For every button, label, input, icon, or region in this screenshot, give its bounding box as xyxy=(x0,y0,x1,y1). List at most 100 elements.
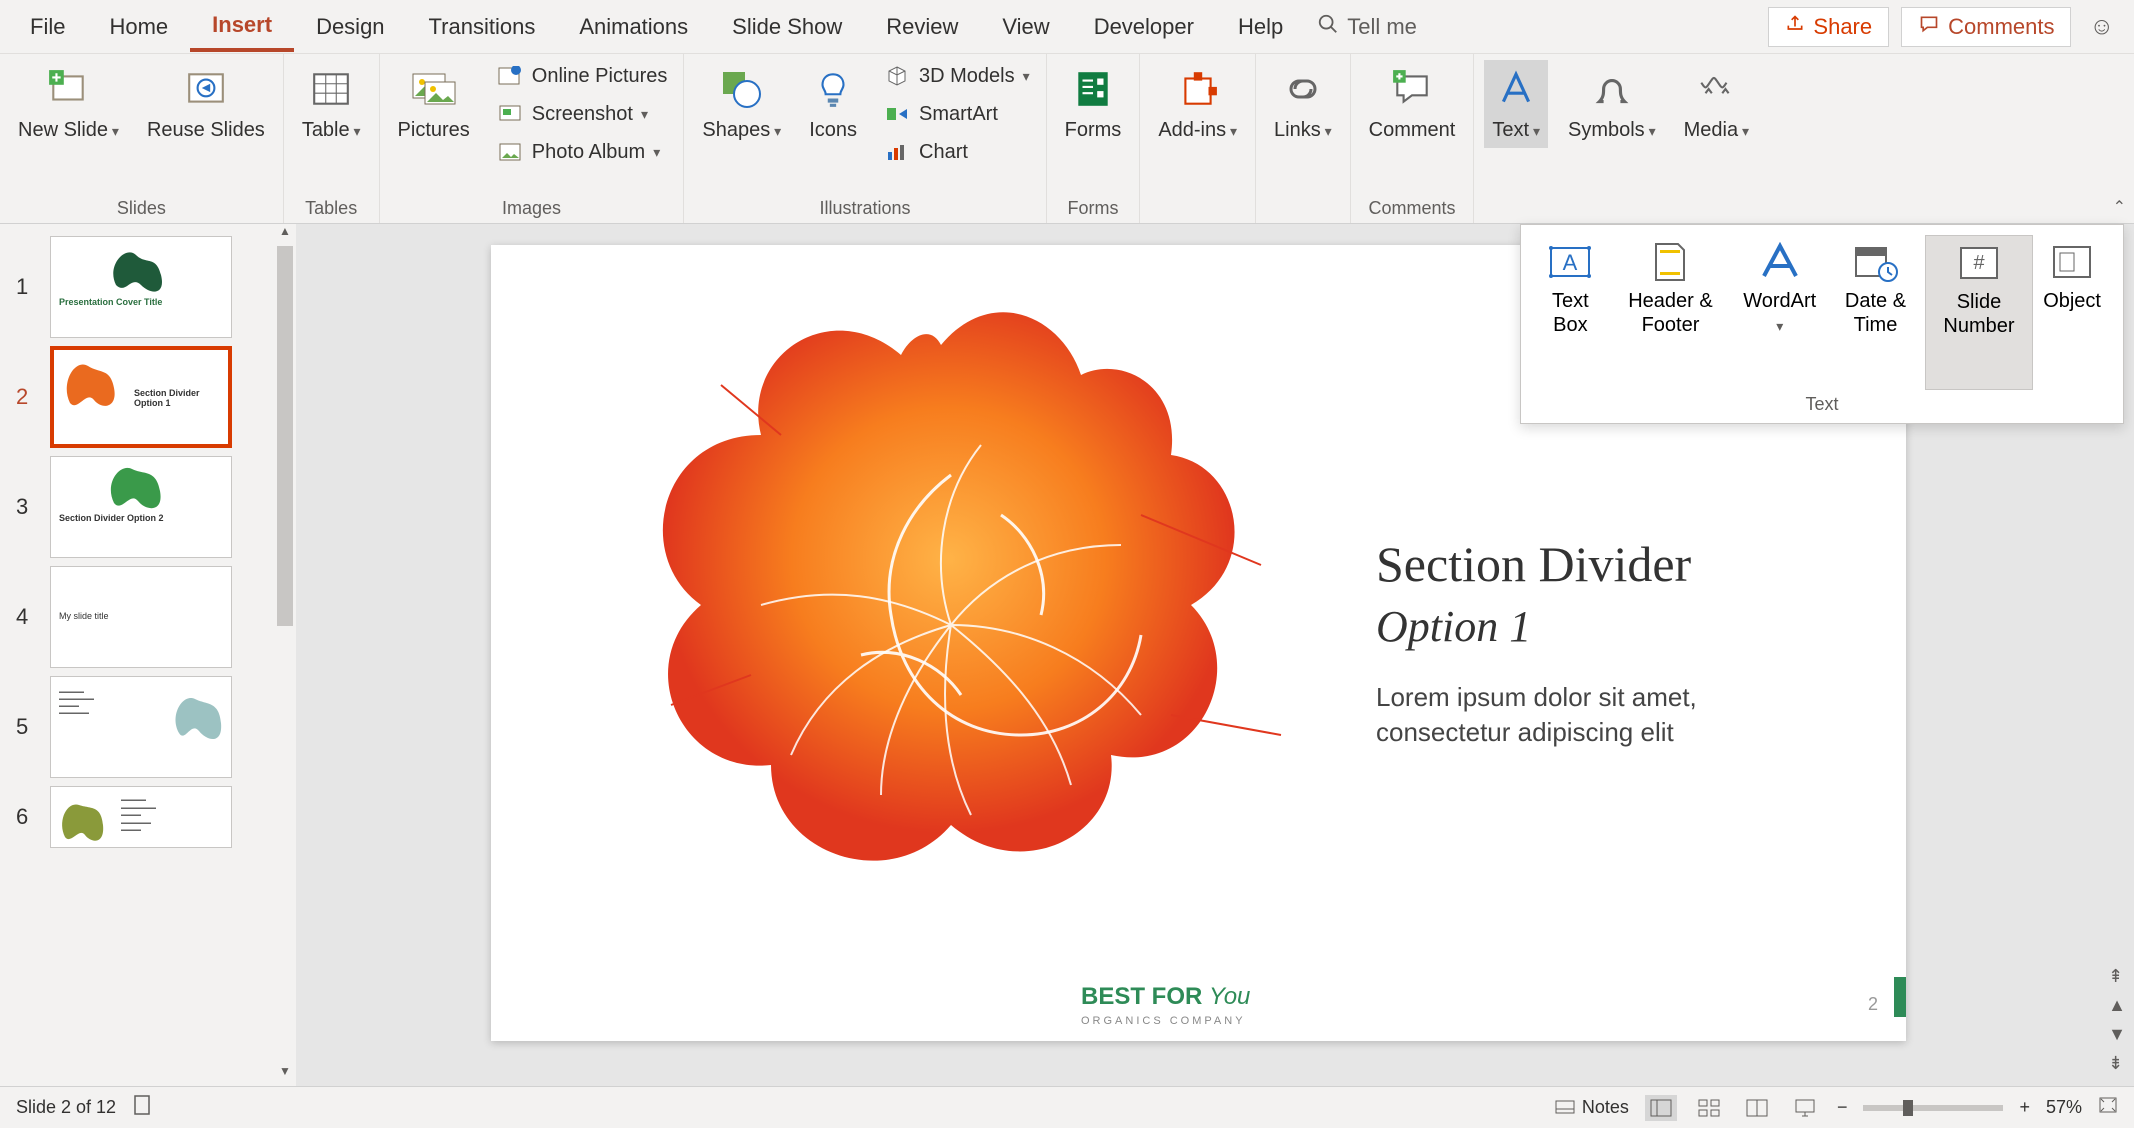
nav-down-icon[interactable]: ⇟ xyxy=(2108,1053,2126,1074)
smartart-button[interactable]: SmartArt xyxy=(877,98,1036,130)
scroll-handle[interactable] xyxy=(277,246,293,626)
tab-help[interactable]: Help xyxy=(1216,4,1305,50)
group-comments-label: Comments xyxy=(1369,198,1456,219)
thumb-5[interactable]: ▬▬▬▬▬▬▬▬▬▬▬▬▬▬▬▬▬▬▬▬▬▬ xyxy=(50,676,232,778)
tab-file[interactable]: File xyxy=(8,4,87,50)
photo-album-button[interactable]: Photo Album xyxy=(490,136,674,168)
thumbnail-panel: 1 Presentation Cover Title 2 Section Div… xyxy=(0,224,296,1086)
share-icon xyxy=(1785,14,1805,40)
tab-design[interactable]: Design xyxy=(294,4,406,50)
scroll-up-icon[interactable]: ▲ xyxy=(274,224,296,246)
media-label: Media xyxy=(1684,118,1749,142)
chart-button[interactable]: Chart xyxy=(877,136,1036,168)
notes-label: Notes xyxy=(1582,1097,1629,1118)
thumb-3[interactable]: Section Divider Option 2 xyxy=(50,456,232,558)
comment-button[interactable]: Comment xyxy=(1361,60,1464,148)
accessibility-icon[interactable] xyxy=(132,1094,152,1121)
reuse-slides-button[interactable]: Reuse Slides xyxy=(139,60,273,148)
group-forms-label: Forms xyxy=(1067,198,1118,219)
slide-page-number: 2 xyxy=(1868,994,1878,1015)
comment-label: Comment xyxy=(1369,118,1456,142)
zoom-in-button[interactable]: + xyxy=(2019,1097,2030,1118)
nav-prev-icon[interactable]: ▲ xyxy=(2108,995,2126,1016)
tab-review[interactable]: Review xyxy=(864,4,980,50)
text-button[interactable]: Text xyxy=(1484,60,1548,148)
view-reading-button[interactable] xyxy=(1741,1095,1773,1121)
3d-models-button[interactable]: 3D Models xyxy=(877,60,1036,92)
tab-insert[interactable]: Insert xyxy=(190,2,294,52)
online-pictures-icon xyxy=(496,64,524,88)
smartart-label: SmartArt xyxy=(919,103,998,126)
thumb-4[interactable]: My slide title xyxy=(50,566,232,668)
thumb-1[interactable]: Presentation Cover Title xyxy=(50,236,232,338)
scroll-down-icon[interactable]: ▼ xyxy=(274,1064,296,1086)
thumb-6[interactable]: ▬▬▬▬▬▬▬▬▬▬▬▬▬▬▬▬▬▬▬▬▬▬▬▬▬▬ xyxy=(50,786,232,848)
links-button[interactable]: Links xyxy=(1266,60,1340,148)
tab-home[interactable]: Home xyxy=(87,4,190,50)
comment-icon xyxy=(1918,14,1940,40)
splash-graphic xyxy=(581,255,1321,995)
group-illustrations: Shapes Icons 3D Models SmartArt Chart Il… xyxy=(684,54,1046,223)
object-button[interactable]: Object xyxy=(2033,235,2111,390)
online-pictures-button[interactable]: Online Pictures xyxy=(490,60,674,92)
pictures-button[interactable]: Pictures xyxy=(390,60,478,148)
tell-me-search[interactable]: Tell me xyxy=(1305,13,1429,41)
new-slide-button[interactable]: New Slide xyxy=(10,60,127,148)
wordart-button[interactable]: WordArt xyxy=(1733,235,1826,390)
shapes-button[interactable]: Shapes xyxy=(694,60,789,148)
zoom-out-button[interactable]: − xyxy=(1837,1097,1848,1118)
tab-transitions[interactable]: Transitions xyxy=(407,4,558,50)
collapse-ribbon-icon[interactable]: ⌃ xyxy=(2113,197,2126,217)
header-footer-button[interactable]: Header & Footer xyxy=(1608,235,1734,390)
addins-icon xyxy=(1175,66,1221,112)
slide-number-label: Slide Number xyxy=(1936,290,2022,338)
textbox-button[interactable]: A Text Box xyxy=(1533,235,1608,390)
view-slideshow-button[interactable] xyxy=(1789,1095,1821,1121)
tell-me-label: Tell me xyxy=(1347,14,1417,40)
zoom-knob[interactable] xyxy=(1903,1100,1913,1116)
group-links-label xyxy=(1300,198,1305,219)
slide-number-button[interactable]: # Slide Number xyxy=(1925,235,2033,390)
notes-button[interactable]: Notes xyxy=(1554,1097,1629,1118)
symbols-button[interactable]: Symbols xyxy=(1560,60,1664,148)
datetime-button[interactable]: Date & Time xyxy=(1826,235,1925,390)
shapes-label: Shapes xyxy=(702,118,781,142)
screenshot-label: Screenshot xyxy=(532,103,633,126)
zoom-slider[interactable] xyxy=(1863,1105,2003,1111)
group-forms: Forms Forms xyxy=(1047,54,1141,223)
feedback-smiley-icon[interactable]: ☺ xyxy=(2089,13,2114,41)
pictures-label: Pictures xyxy=(398,118,470,142)
icons-label: Icons xyxy=(809,118,857,142)
forms-button[interactable]: Forms xyxy=(1057,60,1130,148)
table-button[interactable]: Table xyxy=(294,60,369,148)
thumbnail-scrollbar[interactable]: ▲ ▼ xyxy=(274,224,296,1086)
brand-logo: BEST FOR You xyxy=(1081,983,1250,1011)
spacer xyxy=(1618,198,1623,219)
datetime-icon xyxy=(1850,241,1900,283)
3d-models-label: 3D Models xyxy=(919,65,1015,88)
text-flyout: A Text Box Header & Footer WordArt Date … xyxy=(1520,224,2124,424)
comments-button[interactable]: Comments xyxy=(1901,7,2071,47)
view-sorter-button[interactable] xyxy=(1693,1095,1725,1121)
tab-slideshow[interactable]: Slide Show xyxy=(710,4,864,50)
icons-button[interactable]: Icons xyxy=(801,60,865,148)
thumb-5-num: 5 xyxy=(16,714,40,740)
thumb-2[interactable]: Section Divider Option 1 xyxy=(50,346,232,448)
nav-next-icon[interactable]: ▼ xyxy=(2108,1024,2126,1045)
addins-button[interactable]: Add-ins xyxy=(1150,60,1245,148)
view-normal-button[interactable] xyxy=(1645,1095,1677,1121)
tab-developer[interactable]: Developer xyxy=(1072,4,1216,50)
media-button[interactable]: Media xyxy=(1676,60,1757,148)
zoom-percent[interactable]: 57% xyxy=(2046,1097,2082,1118)
header-footer-label: Header & Footer xyxy=(1618,289,1724,337)
tab-view[interactable]: View xyxy=(980,4,1071,50)
fit-window-button[interactable] xyxy=(2098,1096,2118,1119)
object-label: Object xyxy=(2043,289,2101,313)
nav-up-icon[interactable]: ⇞ xyxy=(2108,966,2126,987)
flyout-group-label: Text xyxy=(1521,394,2123,423)
tab-animations[interactable]: Animations xyxy=(557,4,710,50)
screenshot-button[interactable]: Screenshot xyxy=(490,98,674,130)
thumb-2-num: 2 xyxy=(16,384,40,410)
share-button[interactable]: Share xyxy=(1768,7,1889,47)
header-footer-icon xyxy=(1645,241,1695,283)
